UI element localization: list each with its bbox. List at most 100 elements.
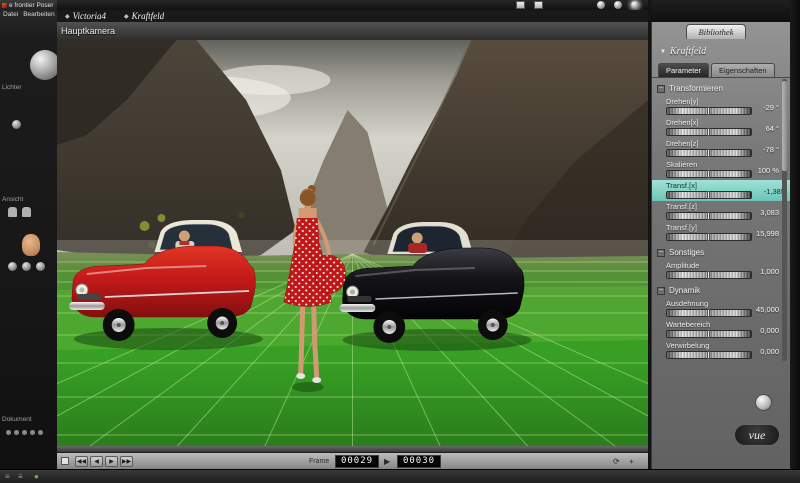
- document-style-dot-3[interactable]: [22, 430, 27, 435]
- poser-application-window: e frontier Poser Datei Bearbeiten Lichte…: [0, 0, 800, 483]
- param-dial[interactable]: [666, 170, 752, 178]
- document-style-dot-4[interactable]: [30, 430, 35, 435]
- window-title-bar[interactable]: e frontier Poser: [0, 0, 57, 10]
- param-value[interactable]: 15,998: [756, 229, 779, 238]
- move-hand-icon[interactable]: [8, 207, 17, 217]
- step-back-button[interactable]: ◀: [90, 456, 103, 467]
- param-group-header[interactable]: − Sonstiges: [657, 246, 785, 259]
- rotate-hand-icon[interactable]: [22, 207, 31, 217]
- panel-tabs: Parameter Eigenschaften: [658, 63, 777, 77]
- light-intensity-knob[interactable]: [12, 120, 21, 129]
- panel-title-row[interactable]: ▼ Kraftfeld: [660, 46, 706, 57]
- 3d-scene[interactable]: [57, 40, 648, 446]
- param-value[interactable]: 3,083: [760, 208, 779, 217]
- play-button[interactable]: ▶: [105, 456, 118, 467]
- step-forward-button[interactable]: ▶▶: [120, 456, 133, 467]
- param-row: Amplitude 1,000: [652, 260, 785, 281]
- param-label: Drehen[y]: [666, 97, 699, 106]
- document-style-dot-2[interactable]: [14, 430, 19, 435]
- section-label-view: Ansicht: [2, 196, 24, 203]
- panel-top-strip: [651, 0, 790, 22]
- library-tab[interactable]: Bibliothek: [686, 24, 746, 39]
- end-frame-counter[interactable]: 00030: [397, 455, 441, 468]
- param-row: Verwirbelung 0,000: [652, 340, 785, 361]
- window-title: e frontier Poser: [9, 1, 54, 9]
- param-row: Skalieren 100 %: [652, 159, 785, 180]
- param-value[interactable]: 100 %: [758, 166, 779, 175]
- param-dial[interactable]: [666, 330, 752, 338]
- param-dial[interactable]: [666, 149, 752, 157]
- menu-datei[interactable]: Datei: [3, 11, 18, 18]
- param-value[interactable]: -29 °: [763, 103, 779, 112]
- param-value[interactable]: 0,000: [760, 326, 779, 335]
- duplicate-document-icon[interactable]: [534, 1, 543, 9]
- camera-name-label[interactable]: Hauptkamera: [61, 26, 115, 36]
- param-dial[interactable]: [666, 309, 752, 317]
- lit-display-icon[interactable]: [614, 1, 622, 9]
- light-control-sphere[interactable]: [30, 50, 57, 80]
- tab-eigenschaften[interactable]: Eigenschaften: [711, 63, 775, 77]
- param-dial[interactable]: [666, 191, 752, 199]
- trackball-knob[interactable]: [755, 394, 772, 411]
- param-value[interactable]: 1,000: [760, 267, 779, 276]
- animation-timeline: ◀◀ ◀ ▶ ▶▶ Frame 00029 ▶ 00030 ⟳ +: [57, 452, 648, 469]
- section-label-document: Dokument: [2, 416, 32, 423]
- actor-selector-figure[interactable]: ◆ Victoria4: [65, 11, 106, 21]
- param-value[interactable]: 45,000: [756, 305, 779, 314]
- actor-selector-prop[interactable]: ◆ Kraftfeld: [124, 11, 164, 21]
- status-dot-icon: ●: [34, 472, 39, 481]
- menu-bearbeiten[interactable]: Bearbeiten: [23, 11, 54, 18]
- collapse-icon[interactable]: −: [657, 248, 665, 257]
- current-frame-counter[interactable]: 00029: [335, 455, 379, 468]
- 3d-viewport[interactable]: [57, 40, 648, 446]
- orbit-control-2[interactable]: [22, 262, 31, 271]
- param-group-header[interactable]: − Dynamik: [657, 284, 785, 297]
- frame-label: Frame: [309, 458, 330, 465]
- param-dial[interactable]: [666, 271, 752, 279]
- param-value[interactable]: -78 °: [763, 145, 779, 154]
- actor-selector-bar: ◆ Victoria4 ◆ Kraftfeld: [57, 10, 648, 22]
- collapse-icon[interactable]: −: [657, 84, 665, 93]
- add-keyframe-icon[interactable]: +: [629, 457, 634, 466]
- vue-logo-button[interactable]: vue: [734, 424, 780, 446]
- param-dial[interactable]: [666, 351, 752, 359]
- new-document-icon[interactable]: [516, 1, 525, 9]
- param-label: Ausdehnung: [666, 299, 709, 308]
- collapse-icon[interactable]: −: [657, 286, 665, 295]
- param-label: Wartebereich: [666, 320, 711, 329]
- section-label-lights: Lichter: [2, 84, 22, 91]
- face-camera-icon[interactable]: [22, 234, 40, 256]
- scrollbar-handle[interactable]: [782, 81, 787, 171]
- param-label: Verwirbelung: [666, 341, 710, 350]
- panel-body: Bibliothek ▼ Kraftfeld Parameter Eigensc…: [651, 22, 791, 469]
- param-row: Wartebereich 0,000: [652, 319, 785, 340]
- timeline-checkbox[interactable]: [61, 457, 69, 465]
- param-label: Transf.[x]: [666, 181, 697, 190]
- panel-scrollbar[interactable]: [782, 79, 787, 361]
- render-preview-icon[interactable]: [631, 1, 639, 9]
- param-dial[interactable]: [666, 107, 752, 115]
- orbit-control-1[interactable]: [8, 262, 17, 271]
- param-label: Transf.[y]: [666, 223, 697, 232]
- loop-icon[interactable]: ⟳: [613, 457, 620, 466]
- param-value[interactable]: 0,000: [760, 347, 779, 356]
- left-tool-panel: e frontier Poser Datei Bearbeiten Lichte…: [0, 0, 57, 469]
- menu-icon[interactable]: ≡: [5, 473, 10, 481]
- orbit-control-3[interactable]: [36, 262, 45, 271]
- param-row: Transf.[z] 3,083: [652, 201, 785, 222]
- menu-icon[interactable]: ≡: [18, 473, 23, 481]
- param-dial[interactable]: [666, 212, 752, 220]
- param-dial[interactable]: [666, 128, 752, 136]
- param-value[interactable]: 64 °: [766, 124, 779, 133]
- document-style-dot-5[interactable]: [38, 430, 43, 435]
- actor-selector-figure-label: Victoria4: [72, 11, 106, 21]
- shaded-display-icon[interactable]: [597, 1, 605, 9]
- param-label: Drehen[x]: [666, 118, 699, 127]
- param-dial[interactable]: [666, 233, 752, 241]
- document-style-dot-1[interactable]: [6, 430, 11, 435]
- menu-bar: Datei Bearbeiten: [0, 10, 57, 19]
- param-row: Transf.[y] 15,998: [652, 222, 785, 243]
- rewind-button[interactable]: ◀◀: [75, 456, 88, 467]
- param-group-header[interactable]: − Transformieren: [657, 82, 785, 95]
- tab-parameter[interactable]: Parameter: [658, 63, 710, 77]
